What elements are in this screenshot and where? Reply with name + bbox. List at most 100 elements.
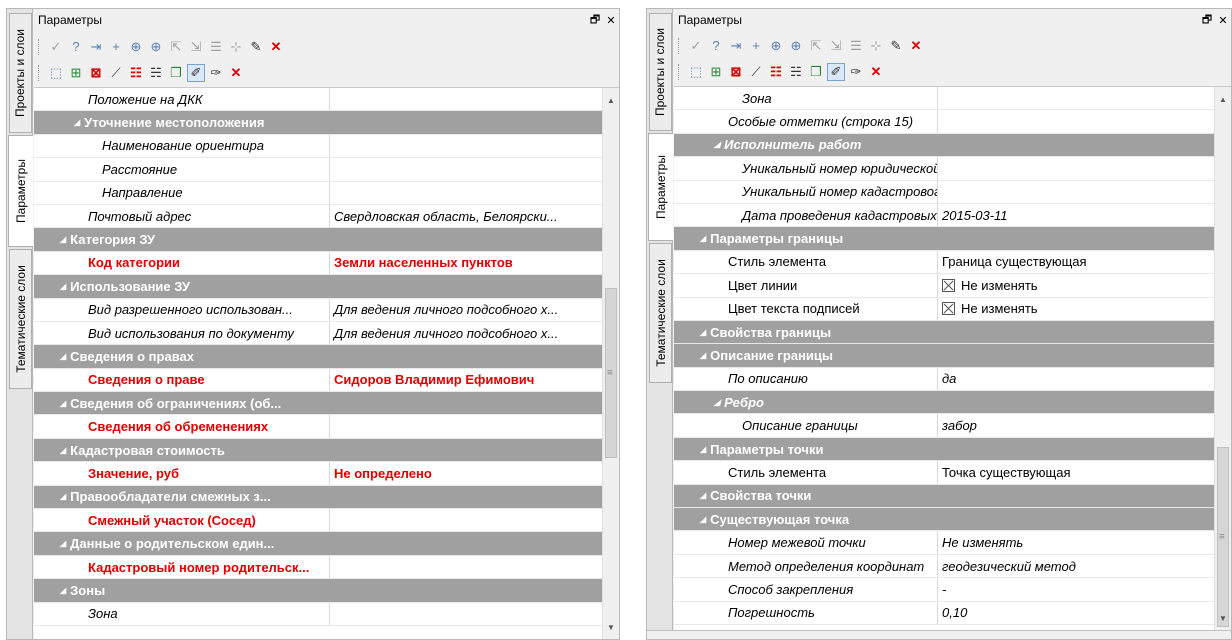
table-props-icon[interactable]: ☵ <box>787 63 805 81</box>
collapse-triangle-icon[interactable]: ◢ <box>60 282 66 291</box>
collapse-triangle-icon[interactable]: ◢ <box>60 586 66 595</box>
property-row[interactable]: Направление <box>34 181 619 205</box>
property-value[interactable]: Свердловская область, Белоярски... <box>330 205 619 227</box>
pin-icon[interactable]: 🗗 <box>1199 11 1215 30</box>
category-row[interactable]: ◢ Данные о родительском един... <box>34 532 619 556</box>
collapse-triangle-icon[interactable]: ◢ <box>714 398 720 407</box>
properties-icon[interactable]: ✑ <box>847 63 865 81</box>
property-value[interactable] <box>330 556 619 578</box>
category-row[interactable]: ◢ Исполнитель работ <box>674 133 1231 158</box>
tab-thematic-layers[interactable]: Тематические слои <box>649 243 672 383</box>
toolbar-grip[interactable] <box>38 38 41 55</box>
collapse-triangle-icon[interactable]: ◢ <box>60 446 66 455</box>
pin-icon[interactable]: 🗗 <box>587 11 603 30</box>
property-value[interactable]: Для ведения личного подсобного х... <box>330 322 619 344</box>
property-row[interactable]: Цвет линии Не изменять <box>674 274 1231 298</box>
category-row[interactable]: ◢ Существующая точка <box>674 508 1231 532</box>
vertical-scrollbar[interactable]: ▲ ▼ <box>602 88 619 639</box>
collapse-triangle-icon[interactable]: ◢ <box>700 328 706 337</box>
property-row[interactable]: Наименование ориентира <box>34 134 619 159</box>
filter-icon[interactable]: ☰ <box>207 38 225 56</box>
table-icon[interactable]: ☷ <box>767 63 785 81</box>
collapse-triangle-icon[interactable]: ◢ <box>714 140 720 149</box>
vertical-scrollbar[interactable]: ▲ ▼ <box>1214 87 1231 630</box>
property-value[interactable] <box>330 135 619 157</box>
collapse-triangle-icon[interactable]: ◢ <box>60 399 66 408</box>
property-row[interactable]: Способ закрепления - <box>674 578 1231 602</box>
pipette-icon[interactable]: ✎ <box>887 37 905 55</box>
category-row[interactable]: ◢ Сведения об ограничениях (об... <box>34 392 619 416</box>
filter-icon[interactable]: ☰ <box>847 37 865 55</box>
property-row[interactable]: Описание границы забор <box>674 414 1231 438</box>
property-value[interactable] <box>330 182 619 204</box>
property-row[interactable]: Код категории Земли населенных пунктов <box>34 251 619 276</box>
step-icon[interactable]: ⇥ <box>87 38 105 56</box>
help-icon[interactable]: ? <box>67 38 85 56</box>
layers-icon[interactable]: ❐ <box>807 63 825 81</box>
property-value[interactable]: Земли населенных пунктов <box>330 252 619 274</box>
property-row[interactable]: Сведения об обременениях <box>34 415 619 439</box>
tab-projects-and-layers[interactable]: Проекты и слои <box>649 13 672 131</box>
help-icon[interactable]: ? <box>707 37 725 55</box>
property-value[interactable] <box>330 603 619 625</box>
close-red-icon[interactable]: ✕ <box>907 37 925 55</box>
delete-icon[interactable]: ✕ <box>227 64 245 82</box>
category-row[interactable]: ◢ Описание границы <box>674 344 1231 368</box>
collapse-triangle-icon[interactable]: ◢ <box>60 492 66 501</box>
property-row[interactable]: Цвет текста подписей Не изменять <box>674 297 1231 321</box>
property-value[interactable] <box>330 415 619 437</box>
category-row[interactable]: ◢ Уточнение местоположения <box>34 111 619 135</box>
scroll-thumb[interactable] <box>1217 447 1229 627</box>
close-red-icon[interactable]: ✕ <box>267 38 285 56</box>
collapse-triangle-icon[interactable]: ◢ <box>700 445 706 454</box>
table-props-icon[interactable]: ☵ <box>147 64 165 82</box>
pick-object-icon[interactable]: ⬚ <box>47 64 65 82</box>
property-value[interactable] <box>330 88 619 110</box>
property-value[interactable]: Для ведения личного подсобного х... <box>330 299 619 321</box>
collapse-triangle-icon[interactable]: ◢ <box>700 515 706 524</box>
property-value[interactable]: да <box>938 368 1231 390</box>
property-row[interactable]: Номер межевой точки Не изменять <box>674 531 1231 555</box>
property-value[interactable]: 0,10 <box>938 602 1231 624</box>
property-row[interactable]: Почтовый адрес Свердловская область, Бело… <box>34 204 619 229</box>
snap-point-icon[interactable]: ⊕ <box>787 37 805 55</box>
crosshair-icon[interactable]: ⊕ <box>127 38 145 56</box>
layers-icon[interactable]: ❐ <box>167 64 185 82</box>
category-row[interactable]: ◢ Свойства границы <box>674 320 1231 345</box>
toolbar-grip[interactable] <box>678 37 681 54</box>
property-row[interactable]: Стиль элемента Граница существующая <box>674 250 1231 275</box>
property-row[interactable]: Смежный участок (Сосед) <box>34 509 619 533</box>
collapse-triangle-icon[interactable]: ◢ <box>700 234 706 243</box>
property-value[interactable]: Сидоров Владимир Ефимович <box>330 369 619 391</box>
property-row[interactable]: Вид разрешенного использован... Для веден… <box>34 298 619 322</box>
edit-geometry-icon[interactable]: ⟋ <box>107 64 125 82</box>
property-value[interactable]: Не изменять <box>938 298 1231 320</box>
category-row[interactable]: ◢ Использование ЗУ <box>34 275 619 299</box>
property-row[interactable]: Сведения о праве Сидоров Владимир Ефимови… <box>34 368 619 393</box>
property-value[interactable]: Не определено <box>330 462 619 484</box>
properties-icon[interactable]: ✑ <box>207 64 225 82</box>
property-row[interactable]: Кадастровый номер родительск... <box>34 555 619 580</box>
category-row[interactable]: ◢ Свойства точки <box>674 484 1231 509</box>
scroll-up-icon[interactable]: ▲ <box>1215 91 1231 107</box>
node-icon[interactable]: ⊹ <box>227 38 245 56</box>
toolbar-grip[interactable] <box>38 64 41 81</box>
collapse-triangle-icon[interactable]: ◢ <box>60 352 66 361</box>
property-row[interactable]: Расстояние <box>34 158 619 182</box>
add-vertex-icon[interactable]: ⊞ <box>707 63 725 81</box>
collapse-triangle-icon[interactable]: ◢ <box>74 118 80 127</box>
collapse-triangle-icon[interactable]: ◢ <box>700 491 706 500</box>
node-icon[interactable]: ⊹ <box>867 37 885 55</box>
property-value[interactable]: Не изменять <box>938 274 1231 296</box>
add-point-icon[interactable]: + <box>107 38 125 56</box>
snap-point-icon[interactable]: ⊕ <box>147 38 165 56</box>
property-row[interactable]: Метод определения координат геодезический… <box>674 554 1231 579</box>
property-row[interactable]: Особые отметки (строка 15) <box>674 110 1231 134</box>
property-value[interactable] <box>938 110 1231 132</box>
scroll-down-icon[interactable]: ▼ <box>1215 610 1231 626</box>
property-row[interactable]: Погрешность 0,10 <box>674 601 1231 625</box>
property-row[interactable]: Зона <box>674 87 1231 111</box>
add-point-icon[interactable]: + <box>747 37 765 55</box>
select-arrow-icon[interactable]: ⇱ <box>807 37 825 55</box>
step-icon[interactable]: ⇥ <box>727 37 745 55</box>
